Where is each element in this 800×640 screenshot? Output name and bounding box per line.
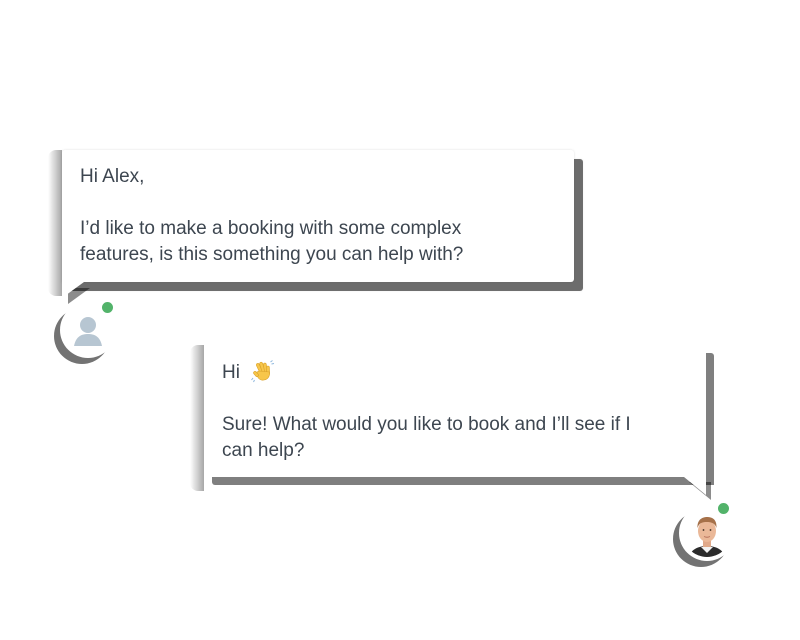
agent-photo-icon <box>683 509 731 557</box>
agent-avatar <box>679 501 735 561</box>
waving-hand-icon <box>251 359 275 383</box>
agent-message-greeting-line: Hi <box>222 359 688 386</box>
online-status-indicator <box>100 300 115 315</box>
agent-bubble-shadow <box>190 345 204 491</box>
user-message-line-2: features, is this something you can help… <box>80 244 464 265</box>
user-message-greeting: Hi Alex, <box>80 166 145 187</box>
user-message-line-1: I’d like to make a booking with some com… <box>80 218 462 239</box>
user-avatar <box>60 300 116 358</box>
user-bubble-tail <box>62 282 84 298</box>
agent-message-line-2: can help? <box>222 440 305 461</box>
agent-message-line-1: Sure! What would you like to book and I’… <box>222 414 631 435</box>
user-message-bubble: Hi Alex, I’d like to make a booking with… <box>52 150 574 290</box>
online-status-indicator <box>716 501 731 516</box>
agent-bubble-tail <box>684 477 706 495</box>
chat-illustration: Hi Alex, I’d like to make a booking with… <box>0 0 800 640</box>
agent-message-greeting: Hi <box>222 362 240 383</box>
agent-message-bubble: Hi Sure! What would you like to book and… <box>204 345 706 477</box>
